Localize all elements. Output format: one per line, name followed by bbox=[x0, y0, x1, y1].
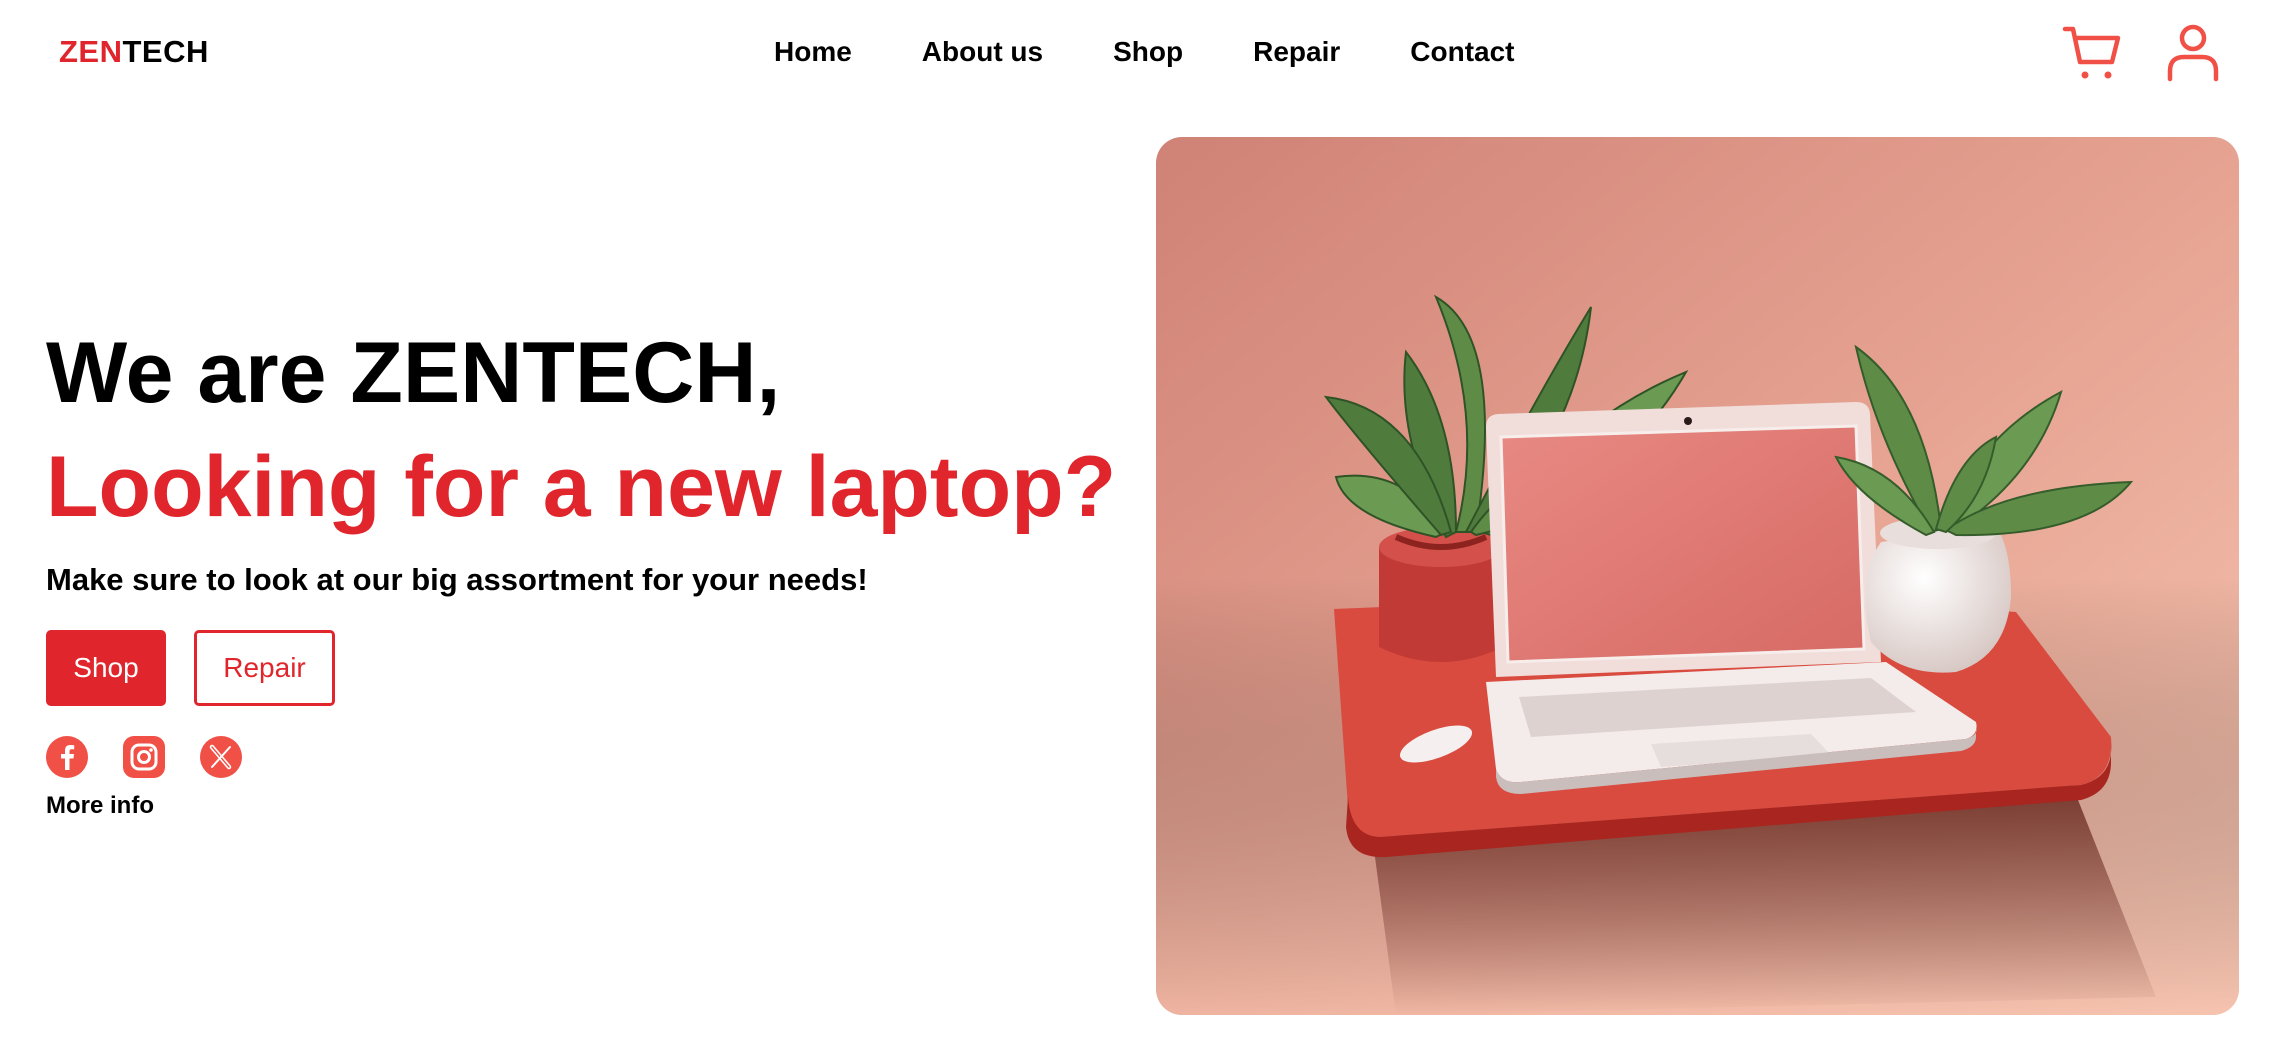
nav-contact[interactable]: Contact bbox=[1410, 36, 1514, 68]
hero-headline: Looking for a new laptop? bbox=[46, 439, 1117, 535]
x-twitter-icon[interactable] bbox=[200, 736, 242, 778]
shop-button[interactable]: Shop bbox=[46, 630, 166, 706]
brand-logo-tech: TECH bbox=[122, 34, 209, 69]
repair-button[interactable]: Repair bbox=[194, 630, 335, 706]
hero-image bbox=[1156, 137, 2239, 1015]
nav-home[interactable]: Home bbox=[774, 36, 852, 68]
hero-subtitle: Make sure to look at our big assortment … bbox=[46, 562, 868, 597]
hero-section: We are ZENTECH, Looking for a new laptop… bbox=[46, 330, 1116, 820]
nav-repair[interactable]: Repair bbox=[1253, 36, 1340, 68]
facebook-icon[interactable] bbox=[46, 736, 88, 778]
brand-logo[interactable]: ZENTECH bbox=[59, 34, 209, 70]
more-info-label: More info bbox=[46, 792, 154, 819]
cart-icon[interactable] bbox=[2062, 24, 2122, 82]
brand-logo-zen: ZEN bbox=[59, 34, 123, 69]
nav-about-us[interactable]: About us bbox=[922, 36, 1043, 68]
hero-title: We are ZENTECH, bbox=[46, 325, 781, 421]
user-icon[interactable] bbox=[2166, 24, 2220, 82]
social-links bbox=[46, 736, 1116, 778]
nav-shop[interactable]: Shop bbox=[1113, 36, 1183, 68]
instagram-icon[interactable] bbox=[123, 736, 165, 778]
main-nav: Home About us Shop Repair Contact bbox=[774, 36, 1515, 68]
hero-buttons: Shop Repair bbox=[46, 630, 1116, 706]
